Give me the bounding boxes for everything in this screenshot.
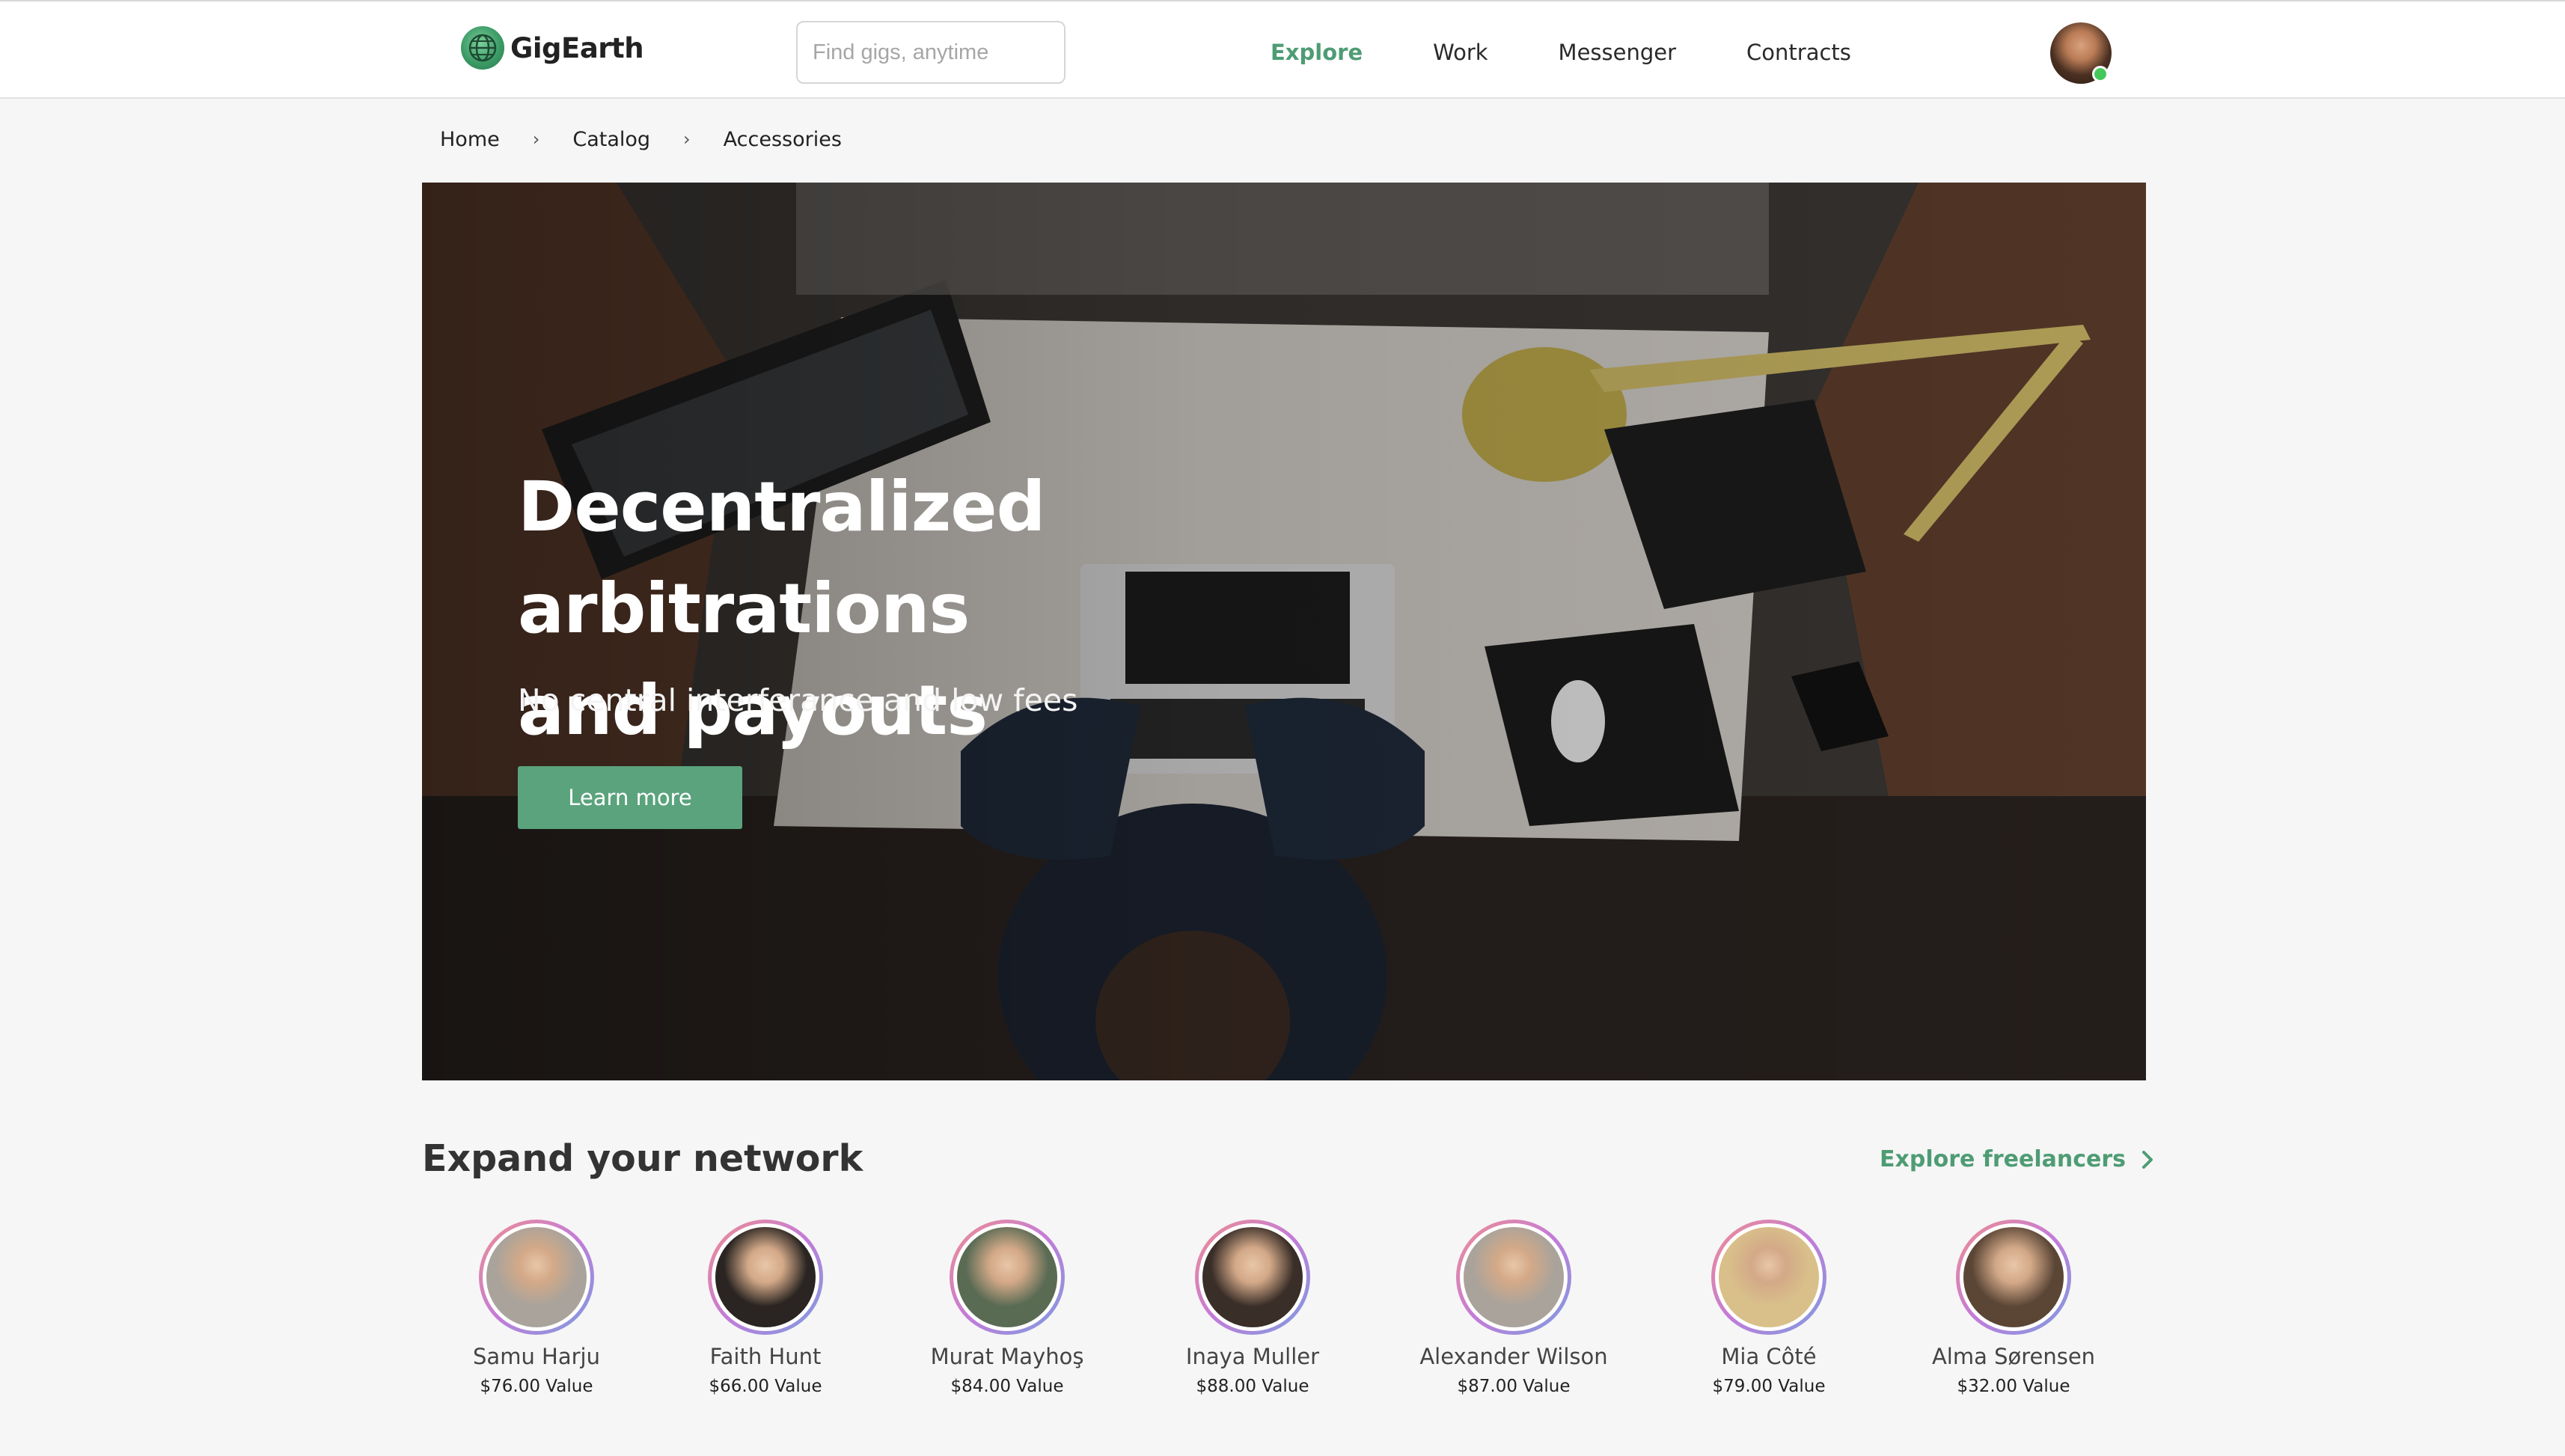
avatar-ring <box>1195 1220 1310 1335</box>
nav-explore[interactable]: Explore <box>1271 40 1363 65</box>
freelancer-value: $76.00 Value <box>480 1377 593 1396</box>
freelancer-name: Alexander Wilson <box>1419 1344 1608 1369</box>
breadcrumb-catalog[interactable]: Catalog <box>572 128 650 151</box>
top-bar: GigEarth Explore Work Messenger Contract… <box>0 0 2565 99</box>
freelancer-avatar <box>1963 1227 2064 1327</box>
globe-icon <box>461 26 504 70</box>
nav-contracts[interactable]: Contracts <box>1746 40 1851 65</box>
freelancer-avatar <box>715 1227 816 1327</box>
network-section-title: Expand your network <box>422 1137 863 1180</box>
freelancer-card[interactable]: Faith Hunt $66.00 Value <box>661 1220 870 1396</box>
nav-work[interactable]: Work <box>1433 40 1488 65</box>
freelancer-value: $84.00 Value <box>950 1377 1064 1396</box>
main-nav: Explore Work Messenger Contracts <box>1271 33 1922 72</box>
freelancer-avatar <box>1202 1227 1303 1327</box>
online-status-indicator <box>2092 66 2109 82</box>
breadcrumb-home[interactable]: Home <box>440 128 500 151</box>
hero-subtitle: No central interferance and low fees <box>518 682 1078 718</box>
freelancer-name: Samu Harju <box>473 1344 600 1369</box>
freelancer-name: Murat Mayhoş <box>930 1344 1084 1369</box>
avatar-ring <box>950 1220 1065 1335</box>
search-input[interactable] <box>813 40 1064 65</box>
freelancer-name: Alma Sørensen <box>1931 1344 2096 1369</box>
freelancer-name: Inaya Muller <box>1185 1344 1320 1369</box>
brand-name: GigEarth <box>510 31 644 64</box>
user-avatar[interactable] <box>2050 22 2112 84</box>
freelancer-card[interactable]: Murat Mayhoş $84.00 Value <box>902 1220 1112 1396</box>
freelancer-value: $87.00 Value <box>1457 1377 1571 1396</box>
freelancer-avatar <box>486 1227 587 1327</box>
avatar-ring <box>1456 1220 1571 1335</box>
learn-more-button[interactable]: Learn more <box>518 766 742 829</box>
breadcrumb-accessories[interactable]: Accessories <box>724 128 842 151</box>
freelancer-card[interactable]: Inaya Muller $88.00 Value <box>1148 1220 1357 1396</box>
freelancer-value: $79.00 Value <box>1712 1377 1826 1396</box>
nav-messenger[interactable]: Messenger <box>1559 40 1676 65</box>
freelancer-list: Samu Harju $76.00 Value Faith Hunt $66.0… <box>422 1220 2146 1399</box>
freelancer-name: Mia Côté <box>1721 1344 1817 1369</box>
chevron-right-icon: › <box>683 129 691 150</box>
hero-title-line1: Decentralized arbitrations <box>518 467 1045 649</box>
freelancer-card[interactable]: Samu Harju $76.00 Value <box>432 1220 641 1396</box>
freelancer-avatar <box>1719 1227 1819 1327</box>
freelancer-avatar <box>957 1227 1057 1327</box>
avatar-ring <box>708 1220 823 1335</box>
chevron-right-icon <box>2142 1150 2153 1169</box>
freelancer-name: Faith Hunt <box>709 1344 822 1369</box>
avatar-ring <box>479 1220 594 1335</box>
chevron-right-icon: › <box>532 129 540 150</box>
freelancer-card[interactable]: Mia Côté $79.00 Value <box>1664 1220 1874 1396</box>
explore-freelancers-link[interactable]: Explore freelancers <box>1880 1146 2154 1172</box>
freelancer-card[interactable]: Alma Sørensen $32.00 Value <box>1909 1220 2118 1396</box>
search-box[interactable] <box>796 21 1066 84</box>
brand-logo[interactable]: GigEarth <box>461 25 644 70</box>
avatar-ring <box>1711 1220 1826 1335</box>
freelancer-avatar <box>1464 1227 1564 1327</box>
explore-freelancers-label: Explore freelancers <box>1880 1146 2127 1172</box>
freelancer-value: $66.00 Value <box>709 1377 822 1396</box>
avatar-ring <box>1956 1220 2071 1335</box>
freelancer-value: $88.00 Value <box>1196 1377 1309 1396</box>
freelancer-value: $32.00 Value <box>1957 1377 2070 1396</box>
hero-banner: Decentralized arbitrations and payouts N… <box>422 183 2146 1080</box>
freelancer-card[interactable]: Alexander Wilson $87.00 Value <box>1409 1220 1618 1396</box>
breadcrumb: Home › Catalog › Accessories <box>440 124 842 154</box>
